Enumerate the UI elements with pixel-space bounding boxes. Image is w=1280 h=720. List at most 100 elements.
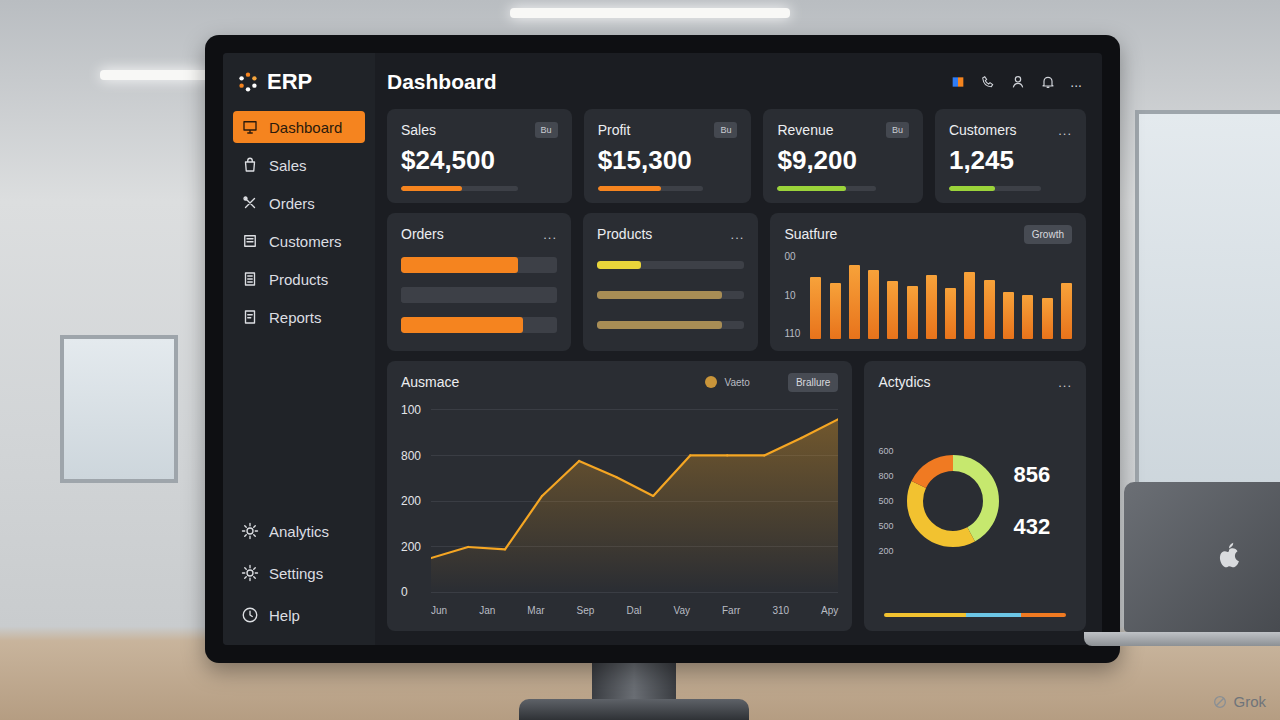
bar[interactable] (810, 277, 821, 339)
bar[interactable] (830, 283, 841, 339)
main-panel: Dashboard...SalesBu$24,500ProfitBu$15,30… (375, 53, 1102, 645)
card-menu[interactable]: ... (731, 227, 745, 242)
orders-bar (401, 287, 557, 303)
bell-icon[interactable] (1040, 74, 1056, 90)
sidebar-item[interactable]: Help (233, 599, 365, 631)
card-menu[interactable]: ... (543, 227, 557, 242)
donut-segment[interactable] (915, 463, 991, 539)
sidebar-item-label: Orders (269, 195, 315, 212)
legend-strip-part (966, 613, 1020, 617)
line-segment[interactable] (801, 419, 838, 438)
progress-fill (598, 186, 661, 191)
card-header: Sales Bu (401, 119, 558, 141)
monitor: ERP Dashboard Sales Orders Customers Products… (205, 35, 1120, 663)
office-window (1135, 110, 1280, 498)
card-title: Ausmace (401, 374, 459, 390)
stat-card[interactable]: Customers...1,245 (935, 109, 1086, 203)
bar[interactable] (849, 265, 860, 339)
stat-card[interactable]: RevenueBu$9,200 (763, 109, 922, 203)
sidebar-item-label: Sales (269, 157, 307, 174)
chart-button[interactable]: Brallure (788, 373, 838, 392)
stat-card[interactable]: ProfitBu$15,300 (584, 109, 752, 203)
card-badge[interactable]: Bu (714, 122, 737, 138)
legend-strip-part (884, 613, 966, 617)
card-header: Products... (597, 223, 744, 245)
chart-button[interactable]: Growth (1024, 225, 1072, 244)
progress-fill (401, 186, 462, 191)
y-tick: 10 (784, 290, 800, 301)
sidebar-item[interactable]: Products (233, 263, 365, 295)
bar[interactable] (945, 288, 956, 339)
office-scene: ERP Dashboard Sales Orders Customers Products… (0, 0, 1280, 720)
products-bar-fill (597, 321, 722, 329)
line-segment[interactable] (616, 477, 653, 496)
sidebar-item-label: Dashboard (269, 119, 342, 136)
card-title: Actydics (878, 374, 930, 390)
line-segment[interactable] (579, 461, 616, 477)
sidebar-item[interactable]: Reports (233, 301, 365, 333)
app-switch-icon[interactable] (950, 74, 966, 90)
orders-bar-fill (401, 317, 523, 333)
header-menu[interactable]: ... (1070, 74, 1082, 90)
donut-segment[interactable] (915, 463, 991, 539)
bar[interactable] (984, 280, 995, 339)
bar[interactable] (1022, 295, 1033, 339)
donut-values: 856432 (1013, 462, 1050, 540)
line-segment[interactable] (764, 438, 801, 455)
user-icon[interactable] (1010, 74, 1026, 90)
bar[interactable] (964, 272, 975, 339)
bar[interactable] (1042, 298, 1053, 339)
sidebar-item[interactable]: Sales (233, 149, 365, 181)
bar-chart: 00 10 110 (784, 245, 1072, 339)
scissors-icon (241, 194, 259, 212)
bar[interactable] (926, 275, 937, 339)
x-tick: Vay (673, 605, 690, 619)
donut-value: 432 (1013, 514, 1050, 540)
stat-card[interactable]: Sales Bu $24,500 (387, 109, 572, 203)
bar[interactable] (887, 281, 898, 340)
line-plot (431, 403, 838, 599)
bar[interactable] (907, 286, 918, 339)
sidebar-item[interactable]: Orders (233, 187, 365, 219)
sidebar-item[interactable]: Settings (233, 557, 365, 589)
y-tick: 00 (784, 251, 800, 262)
line-segment[interactable] (542, 461, 579, 496)
y-tick: 110 (784, 328, 800, 339)
card-title: Products (597, 226, 652, 242)
donut-segment[interactable] (915, 463, 991, 539)
line-segment[interactable] (505, 496, 542, 549)
line-area (431, 419, 838, 593)
line-segment[interactable] (468, 547, 505, 549)
dashboard-icon (241, 118, 259, 136)
card-title: Sales (401, 122, 436, 138)
line-segment[interactable] (690, 454, 727, 456)
card-badge[interactable]: Bu (535, 122, 558, 138)
line-segment[interactable] (727, 454, 764, 456)
card-header: Customers... (949, 119, 1072, 141)
line-segment[interactable] (653, 455, 690, 495)
products-bar-fill (597, 261, 641, 269)
bar[interactable] (868, 270, 879, 339)
stat-value: $24,500 (401, 145, 558, 176)
chart-legend: Vaeto (705, 376, 750, 388)
sidebar-item[interactable]: Analytics (233, 515, 365, 547)
y-axis: 1008002002000 (401, 403, 421, 619)
logo[interactable]: ERP (233, 69, 365, 111)
building-icon (241, 270, 259, 288)
line-segment[interactable] (431, 547, 468, 558)
orders-bars (401, 245, 557, 339)
legend-strip-part (1021, 613, 1066, 617)
grid-line (431, 409, 838, 410)
card-title: Profit (598, 122, 631, 138)
sidebar-item[interactable]: Dashboard (233, 111, 365, 143)
sidebar-item[interactable]: Customers (233, 225, 365, 257)
card-menu[interactable]: ... (1058, 123, 1072, 138)
card-menu[interactable]: ... (1058, 375, 1072, 390)
y-tick: 800 (401, 449, 421, 463)
bar[interactable] (1061, 283, 1072, 339)
progress-fill (777, 186, 846, 191)
x-tick: 310 (772, 605, 789, 619)
phone-icon[interactable] (980, 74, 996, 90)
card-badge[interactable]: Bu (886, 122, 909, 138)
bar[interactable] (1003, 292, 1014, 339)
